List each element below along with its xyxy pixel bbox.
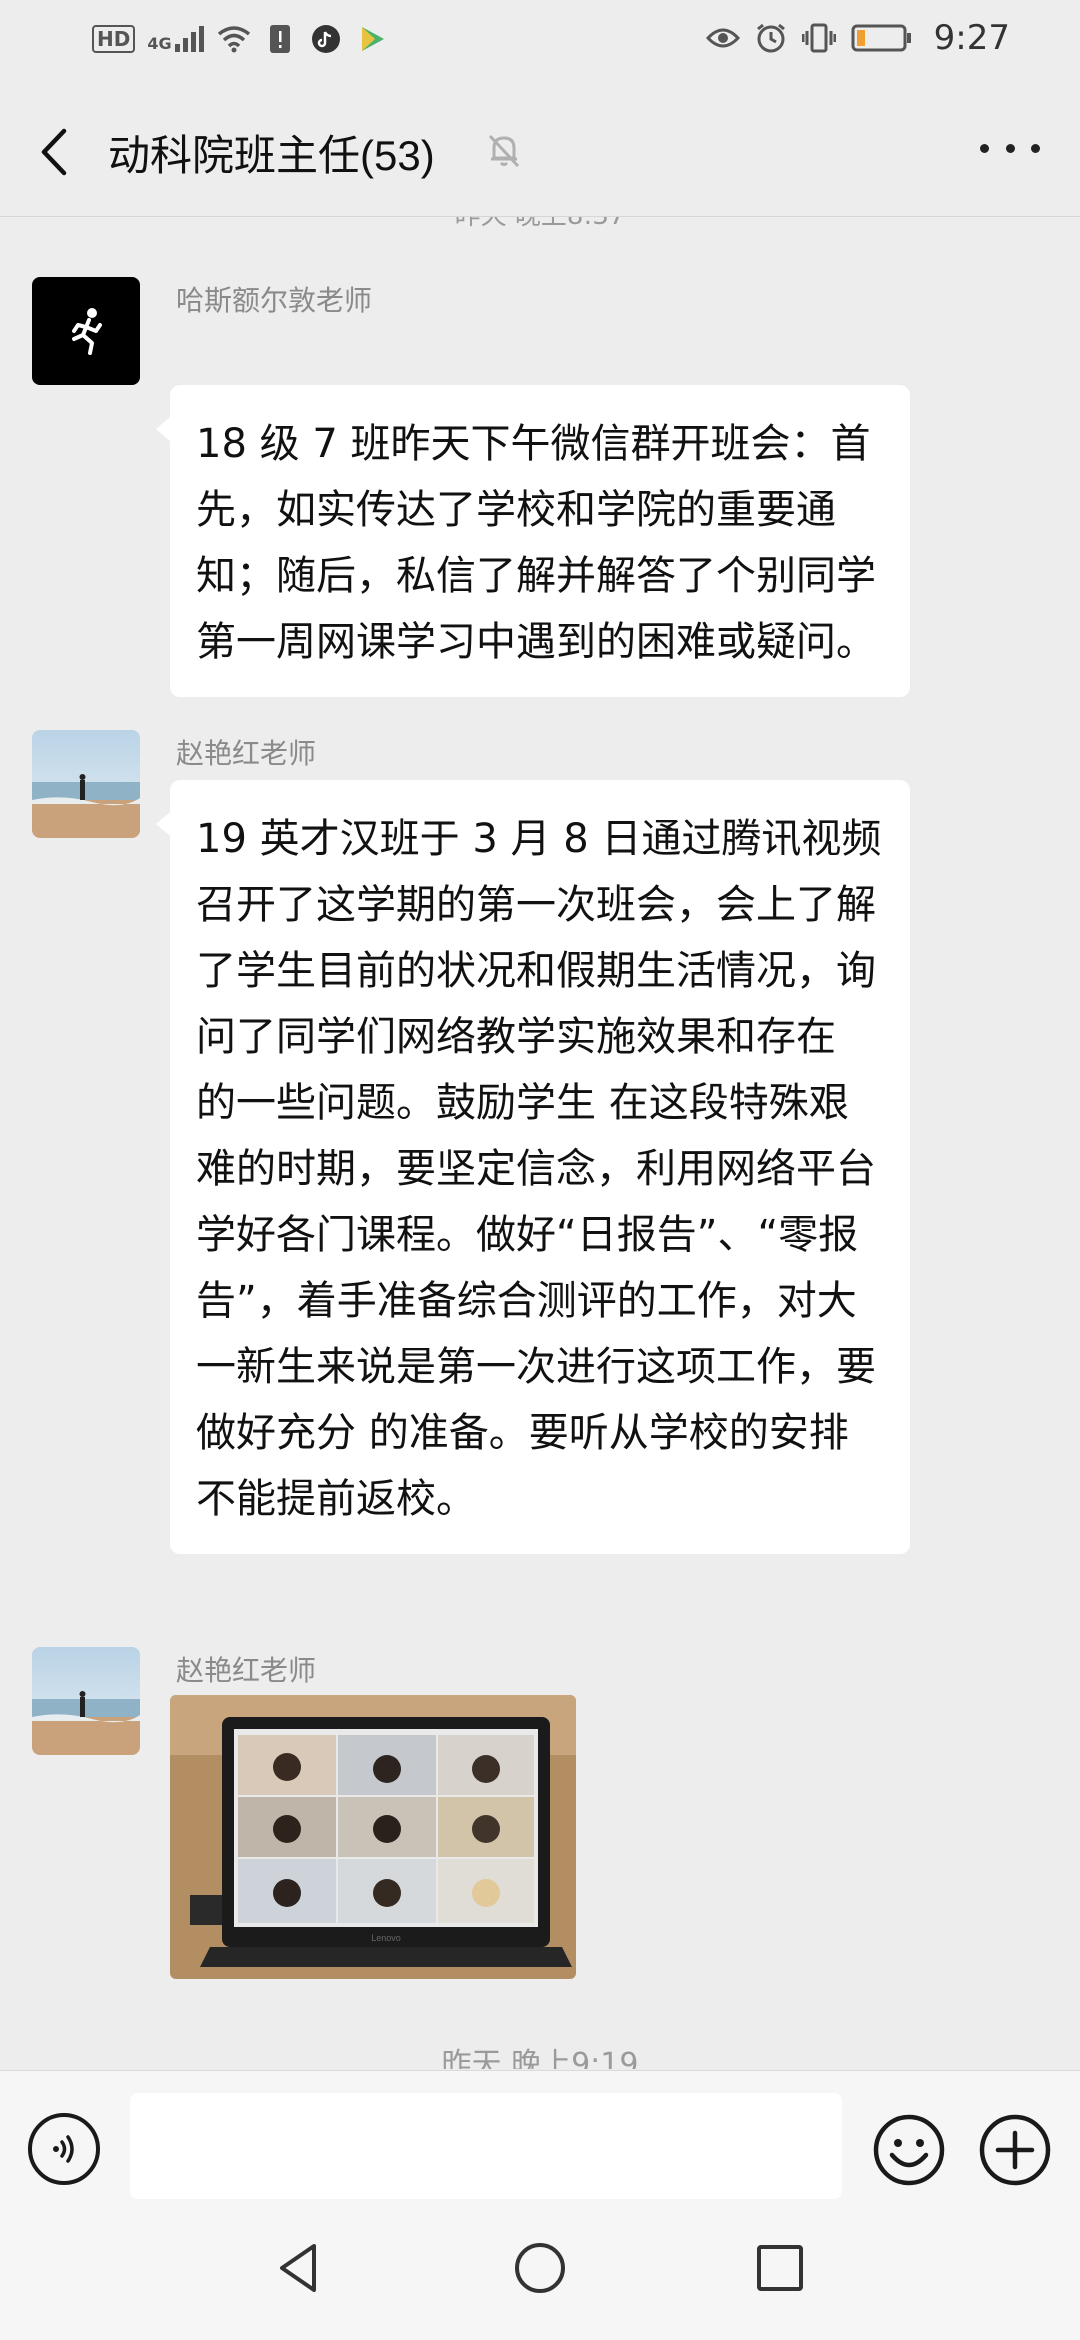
more-button[interactable] xyxy=(980,128,1040,168)
chevron-left-icon xyxy=(41,128,67,176)
network-type: 4G xyxy=(147,34,172,53)
clock: 9:27 xyxy=(933,18,1010,58)
nav-home-button[interactable] xyxy=(510,2238,570,2298)
bell-muted-icon xyxy=(484,130,524,170)
sim-alert-icon xyxy=(263,22,297,56)
system-nav-bar xyxy=(0,2200,1080,2340)
message-item: 赵艳红老师 Lenovo xyxy=(32,1647,1032,1987)
message-item: 哈斯额尔敦老师 18 级 7 班昨天下午微信群开班会：首先，如实传达了学校和学院… xyxy=(32,277,1032,727)
nav-back-button[interactable] xyxy=(270,2238,330,2298)
signal-icon: 4G xyxy=(147,26,204,52)
status-left: HD 4G xyxy=(92,22,389,56)
timestamp: 昨天 晚上9:19 xyxy=(441,2047,639,2069)
alarm-icon xyxy=(754,21,788,55)
nav-back-icon xyxy=(280,2244,316,2292)
laptop-brand-label: Lenovo xyxy=(371,1933,401,1943)
emoji-icon xyxy=(873,2114,945,2186)
more-dot xyxy=(1005,143,1015,153)
laptop-video-meeting-photo: Lenovo xyxy=(170,1695,576,1979)
nav-recent-button[interactable] xyxy=(750,2238,810,2298)
nav-home-icon xyxy=(515,2243,565,2293)
more-dot xyxy=(1031,143,1040,153)
message-item: 赵艳红老师 19 英才汉班于 3 月 8 日通过腾讯视频召开了这学期的第一次班会… xyxy=(32,730,1032,1590)
message-bubble[interactable]: 19 英才汉班于 3 月 8 日通过腾讯视频召开了这学期的第一次班会，会上了解了… xyxy=(156,780,910,1554)
sender-name: 赵艳红老师 xyxy=(176,1654,317,1687)
voice-button[interactable] xyxy=(28,2113,100,2185)
message-input[interactable] xyxy=(130,2093,842,2199)
eye-icon xyxy=(705,21,740,55)
more-functions-button[interactable] xyxy=(978,2113,1052,2187)
hd-badge: HD xyxy=(92,25,136,53)
running-figure-icon xyxy=(72,308,102,355)
back-button[interactable] xyxy=(28,124,78,180)
image-message[interactable]: Lenovo xyxy=(170,1695,576,1979)
more-dot xyxy=(980,143,989,153)
avatar[interactable] xyxy=(32,1647,140,1755)
battery-icon xyxy=(850,21,914,55)
plus-icon xyxy=(979,2114,1051,2186)
message-text: 19 英才汉班于 3 月 8 日通过腾讯视频召开了这学期的第一次班会，会上了解了… xyxy=(196,816,882,1522)
sender-name: 赵艳红老师 xyxy=(176,737,317,770)
status-right: 9:27 xyxy=(705,18,1010,58)
input-bar xyxy=(0,2070,1080,2201)
timestamp: 昨天 晚上8:37 xyxy=(0,217,1080,232)
wifi-icon xyxy=(217,22,251,56)
chat-header: 动科院班主任(53) xyxy=(0,84,1080,217)
tiktok-icon xyxy=(309,22,343,56)
chat-title: 动科院班主任(53) xyxy=(108,132,435,179)
sender-name: 哈斯额尔敦老师 xyxy=(176,284,373,317)
voice-icon xyxy=(53,2135,74,2163)
chat-area[interactable]: 昨天 晚上8:37 哈斯额尔敦老师 18 级 7 班昨天下午微信群开班会：首先，… xyxy=(0,217,1080,2069)
avatar[interactable] xyxy=(32,730,140,838)
nav-recent-icon xyxy=(757,2245,803,2291)
avatar[interactable] xyxy=(32,277,140,385)
message-bubble[interactable]: 18 级 7 班昨天下午微信群开班会：首先，如实传达了学校和学院的重要通知；随后… xyxy=(156,385,910,697)
message-text: 18 级 7 班昨天下午微信群开班会：首先，如实传达了学校和学院的重要通知；随后… xyxy=(196,421,876,665)
vibrate-icon xyxy=(801,21,836,55)
emoji-button[interactable] xyxy=(872,2113,946,2187)
status-bar: HD 4G 9:27 xyxy=(0,0,1080,84)
play-app-icon xyxy=(355,22,389,56)
beach-photo-avatar xyxy=(32,1647,140,1755)
beach-photo-avatar xyxy=(32,730,140,838)
